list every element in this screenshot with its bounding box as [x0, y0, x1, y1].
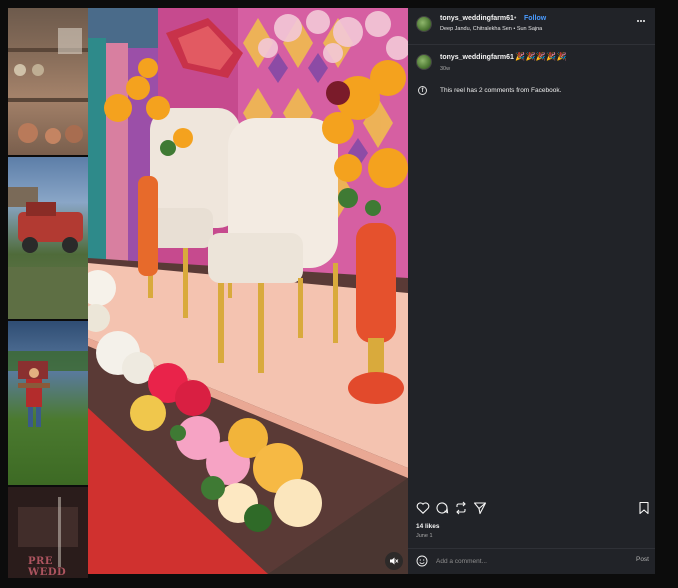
background-thumbnails: PRE WEDD SHOOT — [8, 8, 88, 578]
avatar[interactable] — [416, 16, 432, 32]
repost-icon[interactable] — [454, 501, 468, 515]
post-comment-button[interactable]: Post — [636, 556, 649, 563]
thumbnail-caption: PRE WEDD SHOOT — [28, 556, 67, 578]
wedding-stage-image — [88, 8, 408, 574]
caption-avatar[interactable] — [416, 54, 432, 70]
comment-icon[interactable] — [435, 501, 449, 515]
more-horizontal-icon[interactable] — [635, 16, 647, 26]
heart-icon[interactable] — [416, 501, 430, 515]
separator-dot: • — [514, 15, 517, 22]
thumbnail-vintage-car[interactable] — [8, 157, 88, 319]
share-icon[interactable] — [473, 501, 487, 515]
thumbnail-scarecrow[interactable] — [8, 321, 88, 485]
comment-input[interactable] — [436, 554, 626, 568]
post-details-panel: tonys_weddingfarm61 • Follow Deep Jandu,… — [408, 8, 655, 574]
caption-timestamp: 30w — [440, 66, 451, 72]
username-link[interactable]: tonys_weddingfarm61 — [440, 15, 514, 22]
mute-icon — [390, 557, 399, 565]
post-date: June 1 — [416, 533, 433, 539]
mute-button[interactable] — [385, 552, 403, 570]
audio-attribution[interactable]: Deep Jandu, Chitralekha Sen • Sun Sajna — [440, 26, 542, 32]
comment-divider — [408, 548, 655, 549]
caption-username[interactable]: tonys_weddingfarm61 — [440, 54, 514, 61]
follow-button[interactable]: Follow — [524, 15, 546, 22]
post-header: tonys_weddingfarm61 • Follow Deep Jandu,… — [408, 8, 655, 44]
reel-viewer: PRE WEDD SHOOT — [0, 0, 678, 588]
reel-media[interactable] — [88, 8, 408, 574]
likes-count[interactable]: 14 likes — [416, 523, 440, 530]
facebook-comments-note: This reel has 2 comments from Facebook. — [440, 87, 562, 94]
action-bar — [408, 501, 655, 517]
emoji-icon[interactable] — [416, 555, 428, 567]
thumbnail-pottery[interactable] — [8, 8, 88, 155]
facebook-icon: f — [418, 86, 427, 95]
bookmark-icon[interactable] — [637, 501, 651, 515]
caption-text: 🎉🎉🎉🎉🎉 — [515, 52, 568, 61]
header-divider — [408, 44, 655, 45]
